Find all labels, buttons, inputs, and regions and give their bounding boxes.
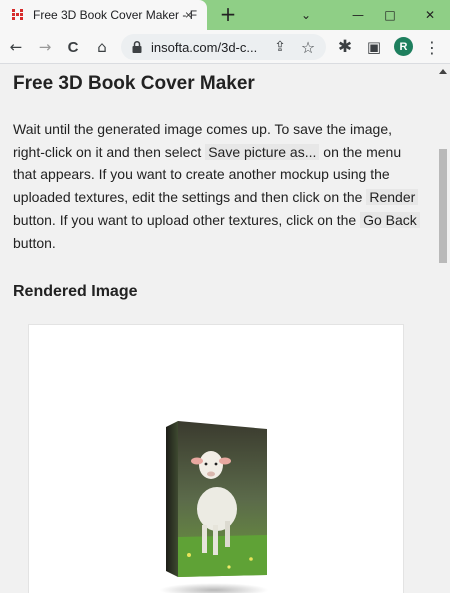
star-icon[interactable]: ☆ xyxy=(298,37,318,57)
web-page: Free 3D Book Cover Maker Wait until the … xyxy=(0,65,436,593)
reload-icon[interactable]: C xyxy=(63,37,83,57)
tab-close-icon[interactable]: × xyxy=(185,9,197,21)
kebab-menu-icon[interactable]: ⋮ xyxy=(422,37,442,57)
tab-title: Free 3D Book Cover Maker - F xyxy=(33,8,198,22)
browser-toolbar: ← → C ⌂ insofta.com/3d-c... ⇪ ☆ ✱ ▣ ⋮ xyxy=(0,30,450,64)
scroll-thumb[interactable] xyxy=(439,149,447,263)
url-text: insofta.com/3d-c... xyxy=(151,40,258,55)
tab-search-chevron-icon[interactable]: ⌄ xyxy=(290,0,322,30)
app-favicon-icon xyxy=(12,9,24,21)
minimize-button[interactable]: — xyxy=(342,0,374,30)
rendered-book-image[interactable] xyxy=(159,417,269,593)
profile-avatar[interactable]: R xyxy=(394,37,413,56)
back-icon[interactable]: ← xyxy=(6,37,26,57)
forward-icon[interactable]: → xyxy=(35,37,55,57)
maximize-button[interactable]: □ xyxy=(374,0,406,30)
rendered-image-panel[interactable] xyxy=(28,324,404,593)
intro-text-4: button. xyxy=(13,234,56,251)
share-icon[interactable]: ⇪ xyxy=(270,37,290,57)
lock-icon[interactable] xyxy=(131,40,143,54)
render-label: Render xyxy=(366,189,419,206)
save-picture-as-label: Save picture as... xyxy=(205,143,320,160)
home-icon[interactable]: ⌂ xyxy=(92,37,112,57)
puzzle-icon[interactable]: ✱ xyxy=(335,37,355,57)
book-shadow xyxy=(159,583,269,593)
instructions-text: Wait until the generated image comes up.… xyxy=(13,118,423,254)
browser-tab[interactable]: Free 3D Book Cover Maker - F × xyxy=(0,0,207,30)
tab-strip: Free 3D Book Cover Maker - F × + ⌄ — □ ✕ xyxy=(0,0,450,30)
close-window-button[interactable]: ✕ xyxy=(414,0,446,30)
page-title: Free 3D Book Cover Maker xyxy=(13,73,255,94)
scrollbar[interactable] xyxy=(436,65,450,593)
go-back-label: Go Back xyxy=(360,211,420,228)
sidepanel-icon[interactable]: ▣ xyxy=(364,37,384,57)
intro-text-3: button. If you want to upload other text… xyxy=(13,211,361,228)
address-bar[interactable]: insofta.com/3d-c... xyxy=(121,34,326,60)
section-title: Rendered Image xyxy=(13,283,138,300)
new-tab-button[interactable]: + xyxy=(218,4,238,24)
scroll-up-arrow-icon[interactable] xyxy=(439,69,447,74)
